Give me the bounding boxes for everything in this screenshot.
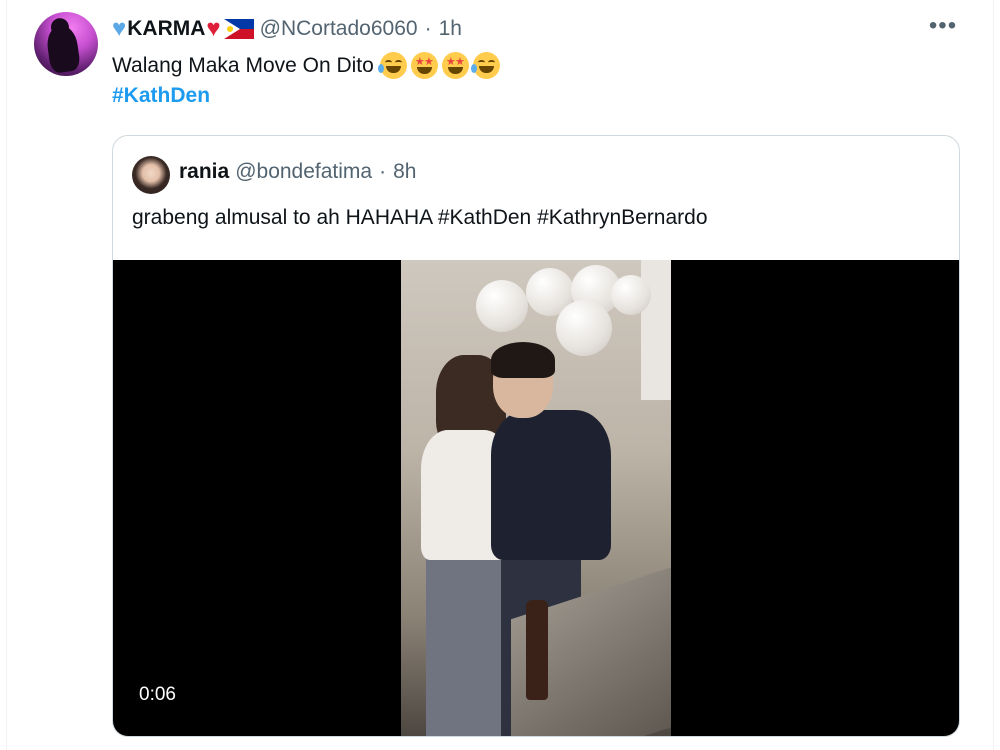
hashtag-link[interactable]: #KathDen xyxy=(112,84,210,108)
face-with-tears-of-joy-icon xyxy=(470,52,500,79)
star-struck-icon xyxy=(410,52,438,79)
author-display-name[interactable]: KARMA xyxy=(127,17,205,41)
video-player[interactable]: 0:06 xyxy=(113,260,959,736)
quoted-header-separator: · xyxy=(379,160,387,183)
more-options-icon[interactable]: ••• xyxy=(928,14,958,41)
quoted-tweet-text: grabeng almusal to ah HAHAHA #KathDen #K… xyxy=(132,206,708,229)
blue-heart-icon: ♥ xyxy=(112,15,127,42)
video-duration: 0:06 xyxy=(139,684,176,705)
red-heart-icon: ♥ xyxy=(206,15,221,42)
right-divider xyxy=(993,0,994,750)
author-handle[interactable]: @NCortado6060 xyxy=(260,17,418,41)
tweet-timestamp[interactable]: 1h xyxy=(439,17,462,41)
author-avatar[interactable] xyxy=(34,12,98,76)
quoted-tweet-card[interactable]: rania @bondefatima · 8h grabeng almusal … xyxy=(112,135,960,737)
quoted-author-avatar[interactable] xyxy=(132,156,170,194)
quoted-author-display-name[interactable]: rania xyxy=(179,160,229,184)
left-divider xyxy=(6,0,7,750)
avatar-silhouette xyxy=(44,24,82,74)
video-frame xyxy=(401,260,671,736)
quoted-tweet-timestamp[interactable]: 8h xyxy=(393,160,416,184)
quoted-tweet-header: rania @bondefatima · 8h xyxy=(179,160,416,184)
header-separator: · xyxy=(424,17,432,40)
tweet-header: ♥ KARMA ♥ @NCortado6060 · 1h xyxy=(112,14,462,44)
quoted-author-handle[interactable]: @bondefatima xyxy=(235,160,372,184)
tweet-body: Walang Maka Move On Dito xyxy=(112,52,500,79)
philippines-flag-icon xyxy=(223,19,254,39)
tweet-text: Walang Maka Move On Dito xyxy=(112,53,374,77)
star-struck-icon xyxy=(441,52,469,79)
face-with-tears-of-joy-icon xyxy=(377,52,407,79)
